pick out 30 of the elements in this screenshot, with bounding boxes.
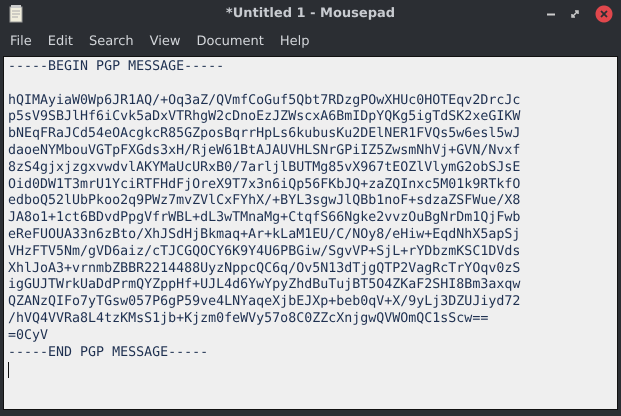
close-icon[interactable] bbox=[595, 5, 613, 23]
text-line: =0CyV bbox=[8, 328, 48, 345]
text-line: hQIMAyiaW0Wp6JR1AQ/+Oq3aZ/QVmfCoGuf5Qbt7RDzgPOwXHUc0HOTEqv2DrcJc bbox=[8, 92, 520, 110]
text-cursor bbox=[8, 362, 9, 378]
text-line: QZANzQIFo7yTGsw057P6gP59ve4LNYaqeXjbEJXp+beb0qV+X/9yLj3DZUJiyd72 bbox=[8, 294, 520, 311]
text-line: -----END PGP MESSAGE----- bbox=[8, 344, 208, 362]
text-line: Oid0DW1T3mrU1YciRTFHdFjOreX9T7x3n6iQp56FKbJQ+zaZQInxc5M01k9RTkfO bbox=[8, 176, 520, 194]
text-line: eReFUOUA33n6zBto/XhJSdHjBkmaq+Ar+kLaM1EU/C/NOy8/eHiw+EqdNhX5apSj bbox=[8, 226, 520, 244]
text-line: bNEqFRaJCd54eOAcgkcR85GZposBqrrHpLs6kubusKu2DElNER1FVQs5w6esl5wJ bbox=[8, 126, 520, 143]
text-line: VHzFTV5Nm/gVD6aiz/cTJCGQOCY6K9Y4U6PBGiw/SgvVP+SjL+rYDbzmKSC1DVds bbox=[8, 244, 520, 261]
text-line: XhlJoA3+vrnmbZBBR2214488UyzNppcQC6q/Ov5N13dTjgQTP2VagRcTrYOqv0zS bbox=[8, 260, 520, 278]
window-title: *Untitled 1 - Mousepad bbox=[224, 5, 396, 24]
menu-item[interactable]: Search bbox=[80, 30, 142, 54]
minimize-icon[interactable] bbox=[547, 12, 555, 16]
menu-item[interactable]: Help bbox=[272, 30, 318, 54]
text-line: 8zS4gjxjzgxvwdvlAKYMaUcURxB0/7arljlBUTMg85vX967tEOZlVlymG2obSJsE bbox=[8, 160, 520, 177]
text-line: daoeNYMbouVGTpFXGds3xH/RjeW61BtAJAUVHLSNrGPiIZ5ZwsmNhVj+GVN/Nvxf bbox=[8, 142, 520, 160]
text-line: p5sV9SBJlHf6iCvk5aDxVTRhgW2cDnoEzJZWscxA6BmIDpYQKg5igTdSK2xeGIKW bbox=[8, 109, 520, 126]
maximize-icon[interactable] bbox=[571, 10, 579, 18]
menu-item[interactable]: File bbox=[2, 30, 40, 54]
menu-item[interactable]: Edit bbox=[40, 30, 81, 54]
menu-item[interactable]: Document bbox=[188, 30, 272, 54]
text-line: JA8o1+1ct6BDvdPpgVfrWBL+dL3wTMnaMg+CtqfS66Ngke2vvzOuBgNrDm1QjFwb bbox=[8, 210, 520, 227]
text-editor[interactable] bbox=[3, 56, 618, 410]
text-line: edboQ52lUbPkoo2q9PWz7mvZVlCxFYhX/+BYL3sgwJlQBb1noF+sdzaZSFWue/X8 bbox=[8, 193, 520, 210]
text-line: -----BEGIN PGP MESSAGE----- bbox=[8, 59, 224, 76]
menu-item[interactable]: View bbox=[142, 30, 188, 54]
text-line: /hVQ4VVRa8L4tzKMsS1jb+Kjzm0feWVy57o8C0ZZcXnjgwQVWOmQC1sScw== bbox=[8, 310, 488, 328]
text-line: igGUJTWrkUaDdPrmQYZppHf+UJL4d6YwYpyZhdBuTujBT5O4ZKaF2SHI8Bm3axqw bbox=[8, 277, 520, 294]
notepad-icon bbox=[8, 5, 24, 23]
